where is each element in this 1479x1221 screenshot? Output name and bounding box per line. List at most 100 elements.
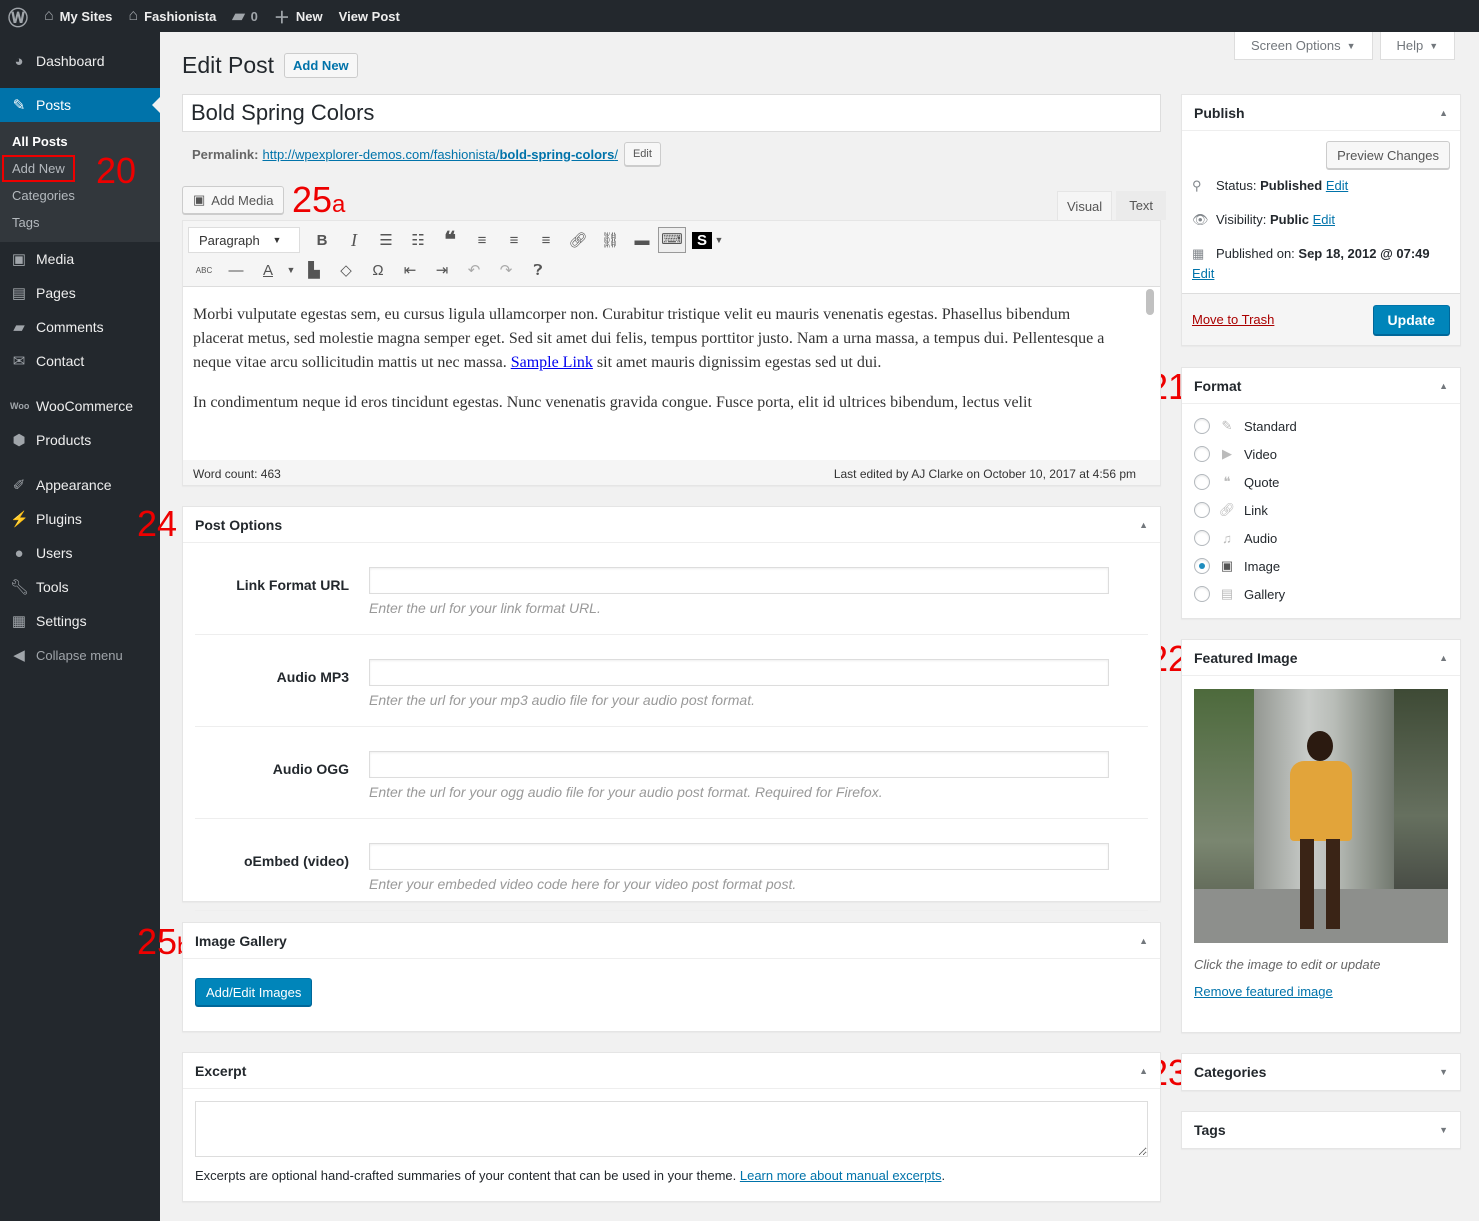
link-icon[interactable]: 🔗︎ — [562, 231, 594, 249]
align-center-icon[interactable]: ≡ — [498, 232, 530, 249]
clear-formatting-icon[interactable]: ◇ — [330, 261, 362, 279]
special-character-icon[interactable]: Ω — [362, 262, 394, 279]
collapse-arrow-icon[interactable]: ▲ — [1439, 653, 1448, 663]
sidebar-item-comments[interactable]: ▰ Comments — [0, 310, 160, 344]
collapse-arrow-icon[interactable]: ▲ — [1439, 381, 1448, 391]
sidebar-item-contact[interactable]: ✉ Contact — [0, 344, 160, 378]
help-icon[interactable]: ❓︎ — [522, 262, 554, 279]
collapse-arrow-icon[interactable]: ▲ — [1439, 108, 1448, 118]
sidebar-item-media[interactable]: ▣ Media — [0, 242, 160, 276]
featured-image-header[interactable]: Featured Image ▲ — [1182, 640, 1460, 676]
collapse-menu-button[interactable]: ◀ Collapse menu — [0, 638, 160, 672]
field-input[interactable] — [369, 567, 1109, 594]
format-option-gallery[interactable]: ▤ Gallery — [1182, 580, 1460, 608]
undo-icon[interactable]: ↶ — [458, 261, 490, 279]
sidebar-item-dashboard[interactable]: ◕ Dashboard — [0, 44, 160, 78]
blockquote-icon[interactable]: ❝ — [434, 227, 466, 253]
screen-options-button[interactable]: Screen Options ▼ — [1234, 32, 1373, 60]
read-more-icon[interactable]: ▬ — [626, 232, 658, 249]
update-button[interactable]: Update — [1372, 304, 1450, 335]
submenu-tags[interactable]: Tags — [0, 209, 160, 236]
radio-button[interactable] — [1194, 558, 1210, 574]
sample-link[interactable]: Sample Link — [511, 354, 593, 371]
format-option-standard[interactable]: ✎ Standard — [1182, 412, 1460, 440]
field-input[interactable] — [369, 843, 1109, 870]
site-link[interactable]: ⌂ Fashionista — [120, 0, 224, 32]
radio-button[interactable] — [1194, 446, 1210, 462]
caret-down-icon[interactable]: ▼ — [712, 235, 726, 245]
sidebar-item-appearance[interactable]: ✐ Appearance — [0, 468, 160, 502]
excerpt-textarea[interactable] — [195, 1101, 1148, 1157]
collapse-arrow-icon[interactable]: ▲ — [1139, 520, 1148, 530]
numbered-list-icon[interactable]: ☷ — [402, 231, 434, 249]
italic-icon[interactable]: I — [338, 230, 370, 251]
bullet-list-icon[interactable]: ☰ — [370, 231, 402, 249]
horizontal-line-icon[interactable]: — — [220, 262, 252, 279]
sidebar-item-pages[interactable]: ▤ Pages — [0, 276, 160, 310]
outdent-icon[interactable]: ⇤ — [394, 261, 426, 279]
format-option-quote[interactable]: ❝ Quote — [1182, 468, 1460, 496]
align-left-icon[interactable]: ≡ — [466, 232, 498, 249]
toolbar-toggle-icon[interactable]: ⌨ — [658, 227, 686, 253]
caret-down-icon[interactable]: ▼ — [284, 265, 298, 275]
format-option-video[interactable]: ▶ Video — [1182, 440, 1460, 468]
align-right-icon[interactable]: ≡ — [530, 232, 562, 249]
edit-date-link[interactable]: Edit — [1192, 266, 1214, 281]
sidebar-item-plugins[interactable]: ⚡ Plugins — [0, 502, 160, 536]
new-link[interactable]: ＋ New — [266, 0, 331, 32]
categories-header[interactable]: Categories ▼ — [1182, 1054, 1460, 1090]
add-edit-images-button[interactable]: Add/Edit Images — [195, 978, 313, 1006]
submenu-all-posts[interactable]: All Posts — [0, 128, 160, 155]
edit-permalink-button[interactable]: Edit — [623, 142, 661, 166]
publish-header[interactable]: Publish ▲ — [1182, 95, 1460, 131]
format-option-image[interactable]: ▣ Image — [1182, 552, 1460, 580]
sidebar-item-users[interactable]: ● Users — [0, 536, 160, 570]
sidebar-item-woocommerce[interactable]: Woo WooCommerce — [0, 389, 160, 423]
radio-button[interactable] — [1194, 502, 1210, 518]
indent-icon[interactable]: ⇥ — [426, 261, 458, 279]
tags-header[interactable]: Tags ▼ — [1182, 1112, 1460, 1148]
format-option-link[interactable]: 🔗︎ Link — [1182, 496, 1460, 524]
learn-more-excerpts-link[interactable]: Learn more about manual excerpts — [740, 1168, 942, 1183]
edit-status-link[interactable]: Edit — [1326, 178, 1348, 193]
submenu-add-new[interactable]: Add New — [2, 155, 160, 182]
format-option-audio[interactable]: ♫ Audio — [1182, 524, 1460, 552]
my-sites-link[interactable]: ⌂ My Sites — [36, 0, 120, 32]
help-button[interactable]: Help ▼ — [1379, 32, 1456, 60]
format-header[interactable]: Format ▲ — [1182, 368, 1460, 404]
post-options-header[interactable]: Post Options ▲ — [183, 507, 1160, 543]
editor-content[interactable]: Morbi vulputate egestas sem, eu cursus l… — [183, 287, 1160, 460]
featured-image[interactable] — [1194, 689, 1448, 943]
sidebar-item-settings[interactable]: ▦ Settings — [0, 604, 160, 638]
unlink-icon[interactable]: ⛓ — [594, 231, 626, 249]
radio-button[interactable] — [1194, 530, 1210, 546]
sidebar-item-posts[interactable]: ✎ Posts — [0, 88, 160, 122]
field-input[interactable] — [369, 751, 1109, 778]
tab-visual[interactable]: Visual — [1057, 191, 1113, 220]
radio-button[interactable] — [1194, 586, 1210, 602]
strikethrough-icon[interactable]: ABC — [188, 266, 220, 275]
tab-text[interactable]: Text — [1116, 191, 1167, 220]
format-select[interactable]: Paragraph ▼ — [188, 227, 300, 253]
bold-icon[interactable]: B — [306, 232, 338, 249]
comments-link[interactable]: ▰ 0 — [224, 0, 266, 32]
wp-logo-button[interactable]: Ⓦ — [0, 0, 36, 32]
redo-icon[interactable]: ↷ — [490, 261, 522, 279]
collapse-arrow-icon[interactable]: ▲ — [1139, 936, 1148, 946]
preview-changes-button[interactable]: Preview Changes — [1326, 141, 1450, 169]
remove-featured-image-link[interactable]: Remove featured image — [1194, 984, 1333, 999]
editor-scrollbar[interactable] — [1146, 289, 1154, 315]
add-new-button[interactable]: Add New — [284, 53, 358, 78]
move-to-trash-link[interactable]: Move to Trash — [1192, 312, 1274, 327]
text-color-icon[interactable]: A — [252, 262, 284, 279]
add-media-button[interactable]: ▣ Add Media — [182, 186, 285, 214]
paste-text-icon[interactable]: ▙ — [298, 261, 330, 279]
view-post-link[interactable]: View Post — [331, 0, 408, 32]
excerpt-header[interactable]: Excerpt ▲ — [183, 1053, 1160, 1089]
sidebar-item-products[interactable]: ⬢ Products — [0, 423, 160, 457]
field-input[interactable] — [369, 659, 1109, 686]
radio-button[interactable] — [1194, 474, 1210, 490]
edit-visibility-link[interactable]: Edit — [1313, 212, 1335, 227]
permalink-link[interactable]: http://wpexplorer-demos.com/fashionista/… — [262, 147, 617, 162]
shortcode-icon[interactable]: S — [692, 231, 712, 249]
